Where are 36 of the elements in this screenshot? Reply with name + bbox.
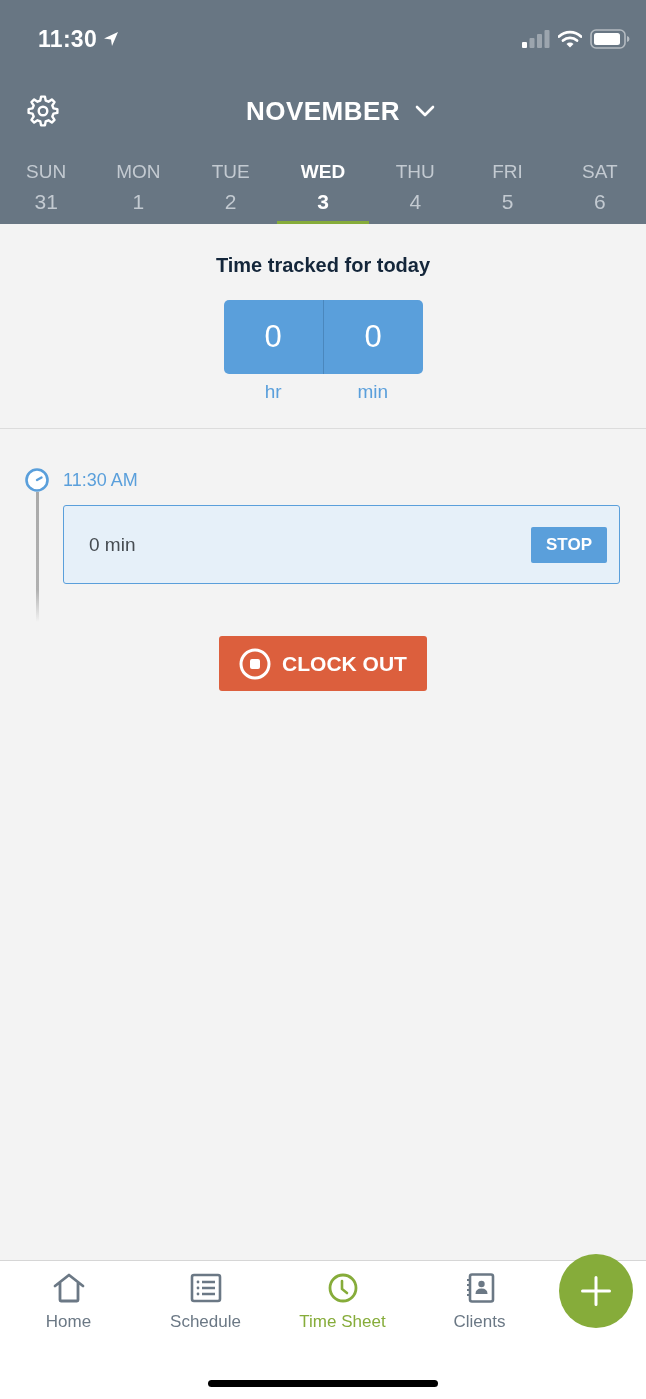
- entry-time: 11:30 AM: [63, 469, 139, 492]
- counter-value: 0: [264, 319, 282, 355]
- month-title[interactable]: NOVEMBER: [245, 96, 401, 126]
- day-tab[interactable]: SAT 6: [553, 144, 646, 224]
- day-tab[interactable]: THU 4: [369, 144, 462, 224]
- day-tab[interactable]: WED 3: [276, 144, 370, 224]
- counter-value: 0: [364, 319, 382, 355]
- battery-icon: [590, 29, 630, 49]
- location-arrow-icon: [103, 31, 120, 47]
- day-tab[interactable]: MON 1: [92, 144, 185, 224]
- status-time: 11:30: [38, 25, 98, 53]
- unit-label: hr: [264, 381, 282, 403]
- home-icon: [52, 1273, 85, 1303]
- entry-duration: 0 min: [89, 533, 136, 556]
- clock-out-button[interactable]: CLOCK OUT: [219, 636, 427, 691]
- signal-icon: [522, 30, 550, 48]
- list-icon: [189, 1273, 222, 1303]
- entry-card[interactable]: 0 min STOP: [63, 505, 620, 584]
- day-tab[interactable]: TUE 2: [184, 144, 277, 224]
- clock-out-label: CLOCK OUT: [282, 651, 407, 676]
- wifi-icon: [558, 30, 582, 48]
- nav-tab[interactable]: Home: [0, 1261, 137, 1347]
- clock-icon: [25, 468, 49, 492]
- plus-icon: [581, 1276, 611, 1306]
- day-tab[interactable]: SUN 31: [0, 144, 93, 224]
- unit-label: min: [357, 381, 389, 403]
- nav-tab[interactable]: Schedule: [137, 1261, 274, 1347]
- clock-icon: [326, 1273, 359, 1303]
- chevron-down-icon[interactable]: [415, 105, 436, 117]
- settings-icon[interactable]: [27, 95, 59, 127]
- day-tab[interactable]: FRI 5: [461, 144, 554, 224]
- section-title: Time tracked for today: [215, 253, 431, 278]
- nav-tab[interactable]: Time Sheet: [274, 1261, 411, 1347]
- stop-button[interactable]: STOP: [531, 526, 607, 563]
- nav-tab[interactable]: Clients: [411, 1261, 548, 1347]
- stop-circle-icon: [239, 647, 272, 680]
